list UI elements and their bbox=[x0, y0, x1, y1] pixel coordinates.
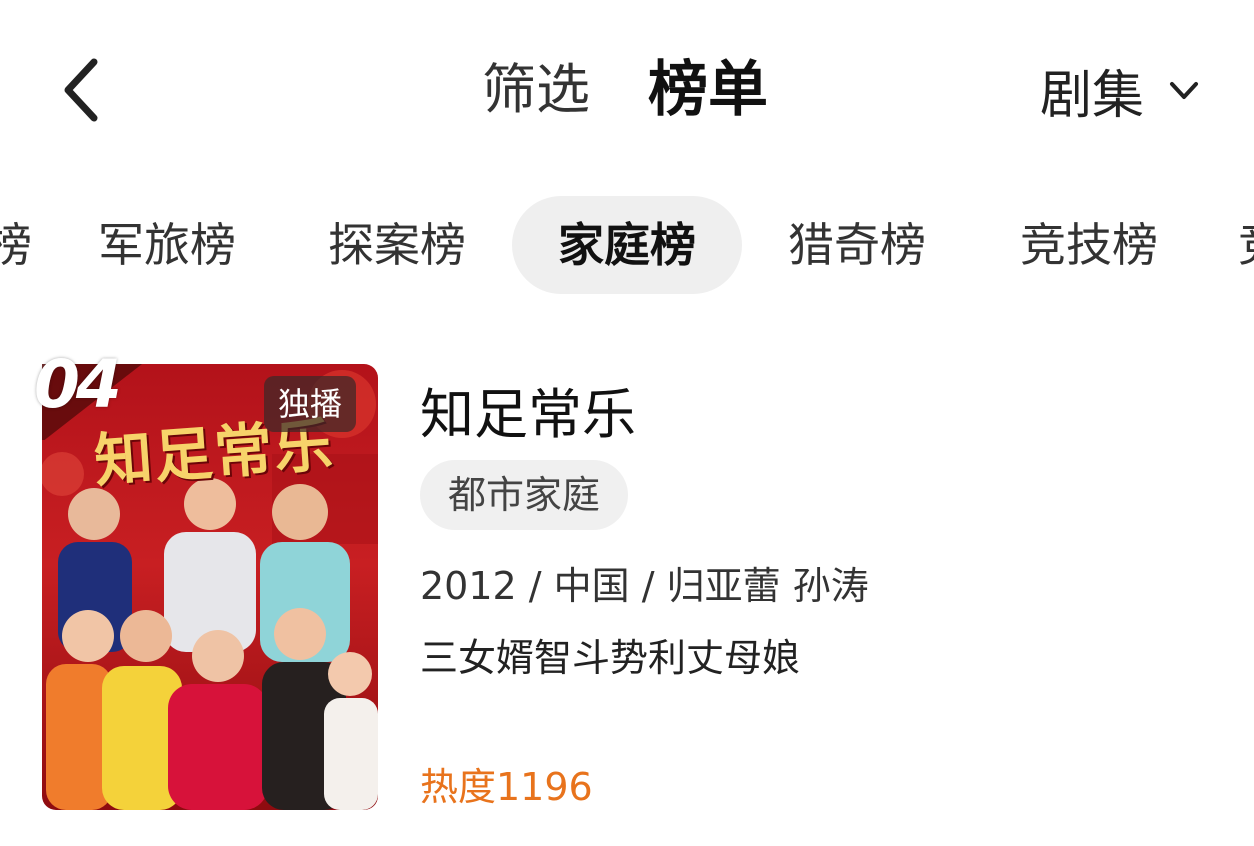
rank-tab-family[interactable]: 家庭榜 bbox=[512, 196, 742, 294]
tab-ranking[interactable]: 榜单 bbox=[648, 55, 768, 125]
show-description: 三女婿智斗势利丈母娘 bbox=[420, 636, 801, 680]
genre-tag[interactable]: 都市家庭 bbox=[420, 460, 629, 530]
rank-tab-military[interactable]: 军旅榜 bbox=[92, 196, 242, 294]
show-title[interactable]: 知足常乐 bbox=[420, 370, 636, 449]
chevron-down-icon bbox=[1170, 82, 1199, 99]
tab-filter[interactable]: 筛选 bbox=[482, 55, 590, 125]
rank-tab-detective[interactable]: 探案榜 bbox=[322, 196, 472, 294]
chevron-left-icon bbox=[64, 58, 98, 122]
category-dropdown[interactable]: 剧集 bbox=[1040, 55, 1204, 126]
rank-tab-clipped-left[interactable]: 榜 bbox=[0, 196, 32, 294]
rank-tab-competition[interactable]: 竞技榜 bbox=[1014, 196, 1164, 294]
rank-tab-curiosity[interactable]: 猎奇榜 bbox=[782, 196, 932, 294]
top-bar: 筛选 榜单 剧集 bbox=[0, 0, 1254, 180]
exclusive-badge: 独播 bbox=[264, 376, 357, 432]
category-label: 剧集 bbox=[1040, 65, 1145, 126]
rank-number: 04 bbox=[34, 346, 122, 423]
heat-score: 热度1196 bbox=[420, 765, 593, 809]
show-meta: 2012 / 中国 / 归亚蕾 孙涛 bbox=[420, 564, 869, 608]
rank-category-tabs: 榜 军旅榜 探案榜 家庭榜 猎奇榜 竞技榜 竞 bbox=[0, 196, 1254, 294]
back-button[interactable] bbox=[52, 50, 112, 130]
rank-tab-clipped-right[interactable]: 竞 bbox=[1238, 196, 1254, 294]
ranking-page: 筛选 榜单 剧集 榜 军旅榜 探案榜 家庭榜 猎奇榜 竞技榜 竞 bbox=[0, 0, 1254, 846]
